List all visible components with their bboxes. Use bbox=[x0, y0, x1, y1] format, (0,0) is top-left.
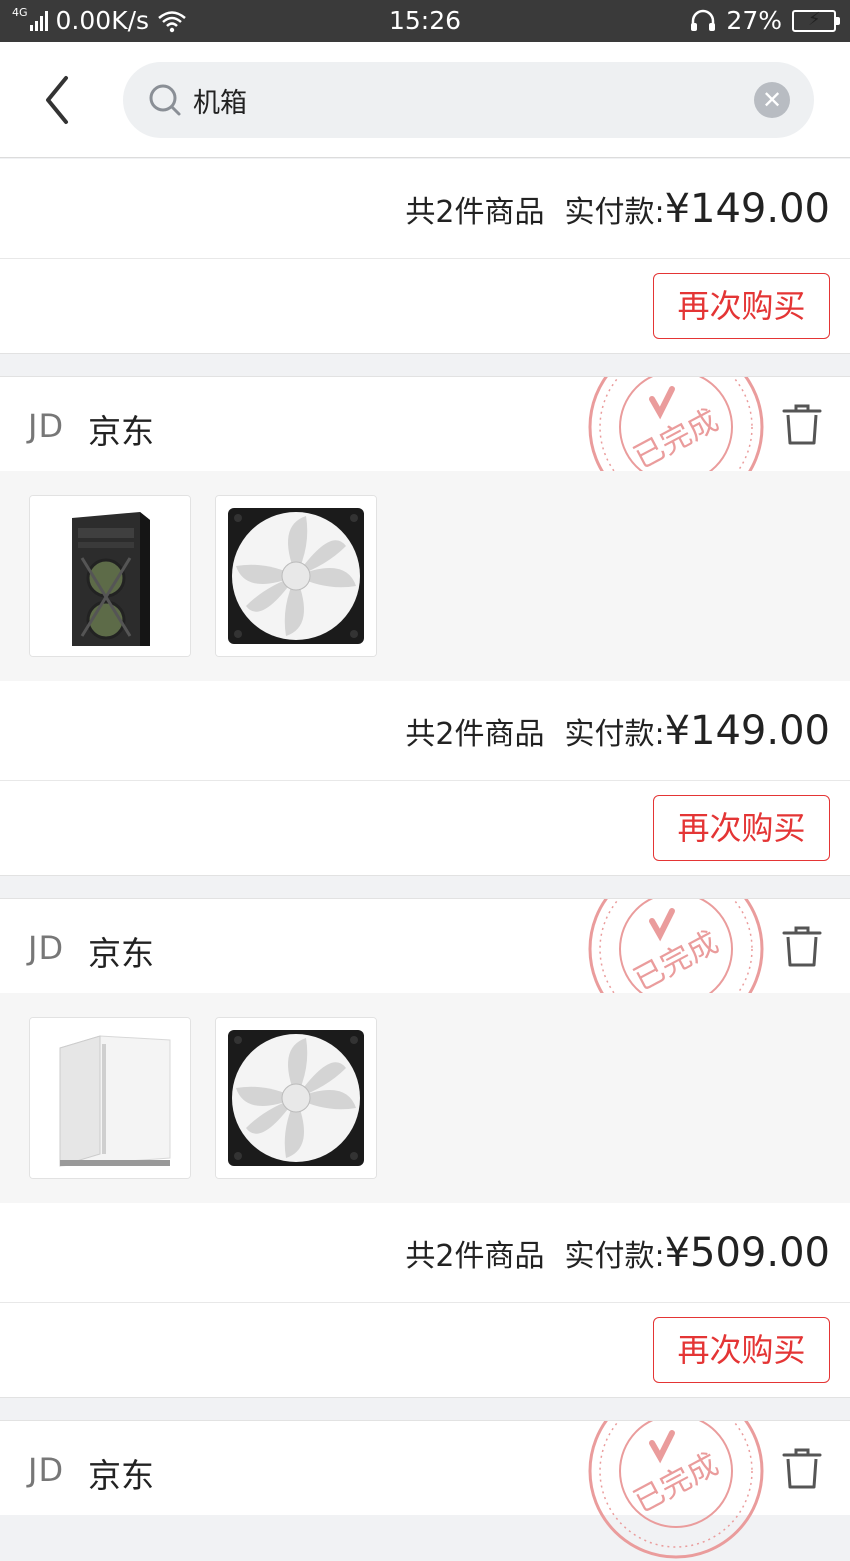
item-count: 共2件商品 bbox=[405, 1238, 545, 1274]
order-card[interactable]: JD 京东 已完成 bbox=[0, 377, 850, 875]
trash-icon[interactable] bbox=[780, 1447, 824, 1491]
clear-icon[interactable]: ✕ bbox=[754, 82, 790, 118]
order-summary: 共2件商品 实付款: ¥509.00 bbox=[0, 1203, 850, 1303]
rebuy-button[interactable]: 再次购买 bbox=[653, 1317, 830, 1383]
product-thumbnail[interactable] bbox=[215, 1017, 377, 1179]
svg-text:已完成: 已完成 bbox=[628, 925, 724, 998]
pay-amount: ¥149.00 bbox=[664, 707, 830, 754]
order-actions: 再次购买 bbox=[0, 1303, 850, 1397]
item-count: 共2件商品 bbox=[405, 194, 545, 230]
case-fan-icon bbox=[216, 496, 376, 656]
goods-list[interactable] bbox=[0, 993, 850, 1203]
item-count: 共2件商品 bbox=[405, 716, 545, 752]
goods-list[interactable] bbox=[0, 471, 850, 681]
pay-label: 实付款: bbox=[564, 194, 665, 230]
shop-logo: JD bbox=[28, 929, 65, 967]
shop-name: 京东 bbox=[88, 1456, 154, 1495]
status-bar: 4G 0.00K/s 15:26 27% ⚡ bbox=[0, 0, 850, 42]
divider bbox=[0, 353, 850, 377]
battery-percent: 27% bbox=[726, 6, 782, 35]
order-actions: 再次购买 bbox=[0, 259, 850, 353]
divider bbox=[0, 875, 850, 899]
pay-label: 实付款: bbox=[564, 716, 665, 752]
svg-text:已完成: 已完成 bbox=[628, 1447, 724, 1520]
svg-text:已完成: 已完成 bbox=[628, 403, 724, 476]
case-fan-icon bbox=[216, 1018, 376, 1178]
shop-header: JD 京东 已完成 bbox=[0, 377, 850, 515]
search-input[interactable]: 机箱 ✕ bbox=[123, 62, 814, 138]
product-thumbnail[interactable] bbox=[29, 495, 191, 657]
search-header: 机箱 ✕ bbox=[0, 42, 850, 158]
shop-header: JD 京东 已完成 bbox=[0, 1421, 850, 1559]
shop-header: JD 京东 已完成 bbox=[0, 899, 850, 1037]
completed-stamp-icon: 已完成 bbox=[588, 1421, 764, 1559]
pay-label: 实付款: bbox=[564, 1238, 665, 1274]
order-summary: 共2件商品 实付款: ¥149.00 bbox=[0, 681, 850, 781]
battery-icon: ⚡ bbox=[792, 9, 840, 32]
product-thumbnail[interactable] bbox=[29, 1017, 191, 1179]
rebuy-button[interactable]: 再次购买 bbox=[653, 273, 830, 339]
trash-icon[interactable] bbox=[780, 403, 824, 447]
rebuy-button[interactable]: 再次购买 bbox=[653, 795, 830, 861]
order-summary: 共2件商品 实付款: ¥149.00 bbox=[0, 159, 850, 259]
order-list: 共2件商品 实付款: ¥149.00 再次购买 JD 京东 已完成 共2件商品 … bbox=[0, 159, 850, 1559]
order-card[interactable]: JD 京东 已完成 bbox=[0, 1421, 850, 1559]
order-card[interactable]: JD 京东 已完成 bbox=[0, 899, 850, 1397]
search-query: 机箱 bbox=[193, 88, 247, 119]
divider bbox=[0, 1397, 850, 1421]
pc-case-white-icon bbox=[30, 1018, 190, 1178]
back-icon[interactable] bbox=[34, 72, 84, 128]
order-card: 共2件商品 实付款: ¥149.00 再次购买 bbox=[0, 159, 850, 353]
headset-icon bbox=[691, 9, 716, 31]
shop-name: 京东 bbox=[88, 934, 154, 973]
shop-logo: JD bbox=[28, 407, 65, 445]
product-thumbnail[interactable] bbox=[215, 495, 377, 657]
shop-name: 京东 bbox=[88, 412, 154, 451]
search-icon bbox=[149, 84, 181, 116]
shop-logo: JD bbox=[28, 1451, 65, 1489]
pay-amount: ¥149.00 bbox=[664, 185, 830, 232]
trash-icon[interactable] bbox=[780, 925, 824, 969]
order-actions: 再次购买 bbox=[0, 781, 850, 875]
pay-amount: ¥509.00 bbox=[664, 1229, 830, 1276]
pc-case-black-icon bbox=[30, 496, 190, 656]
